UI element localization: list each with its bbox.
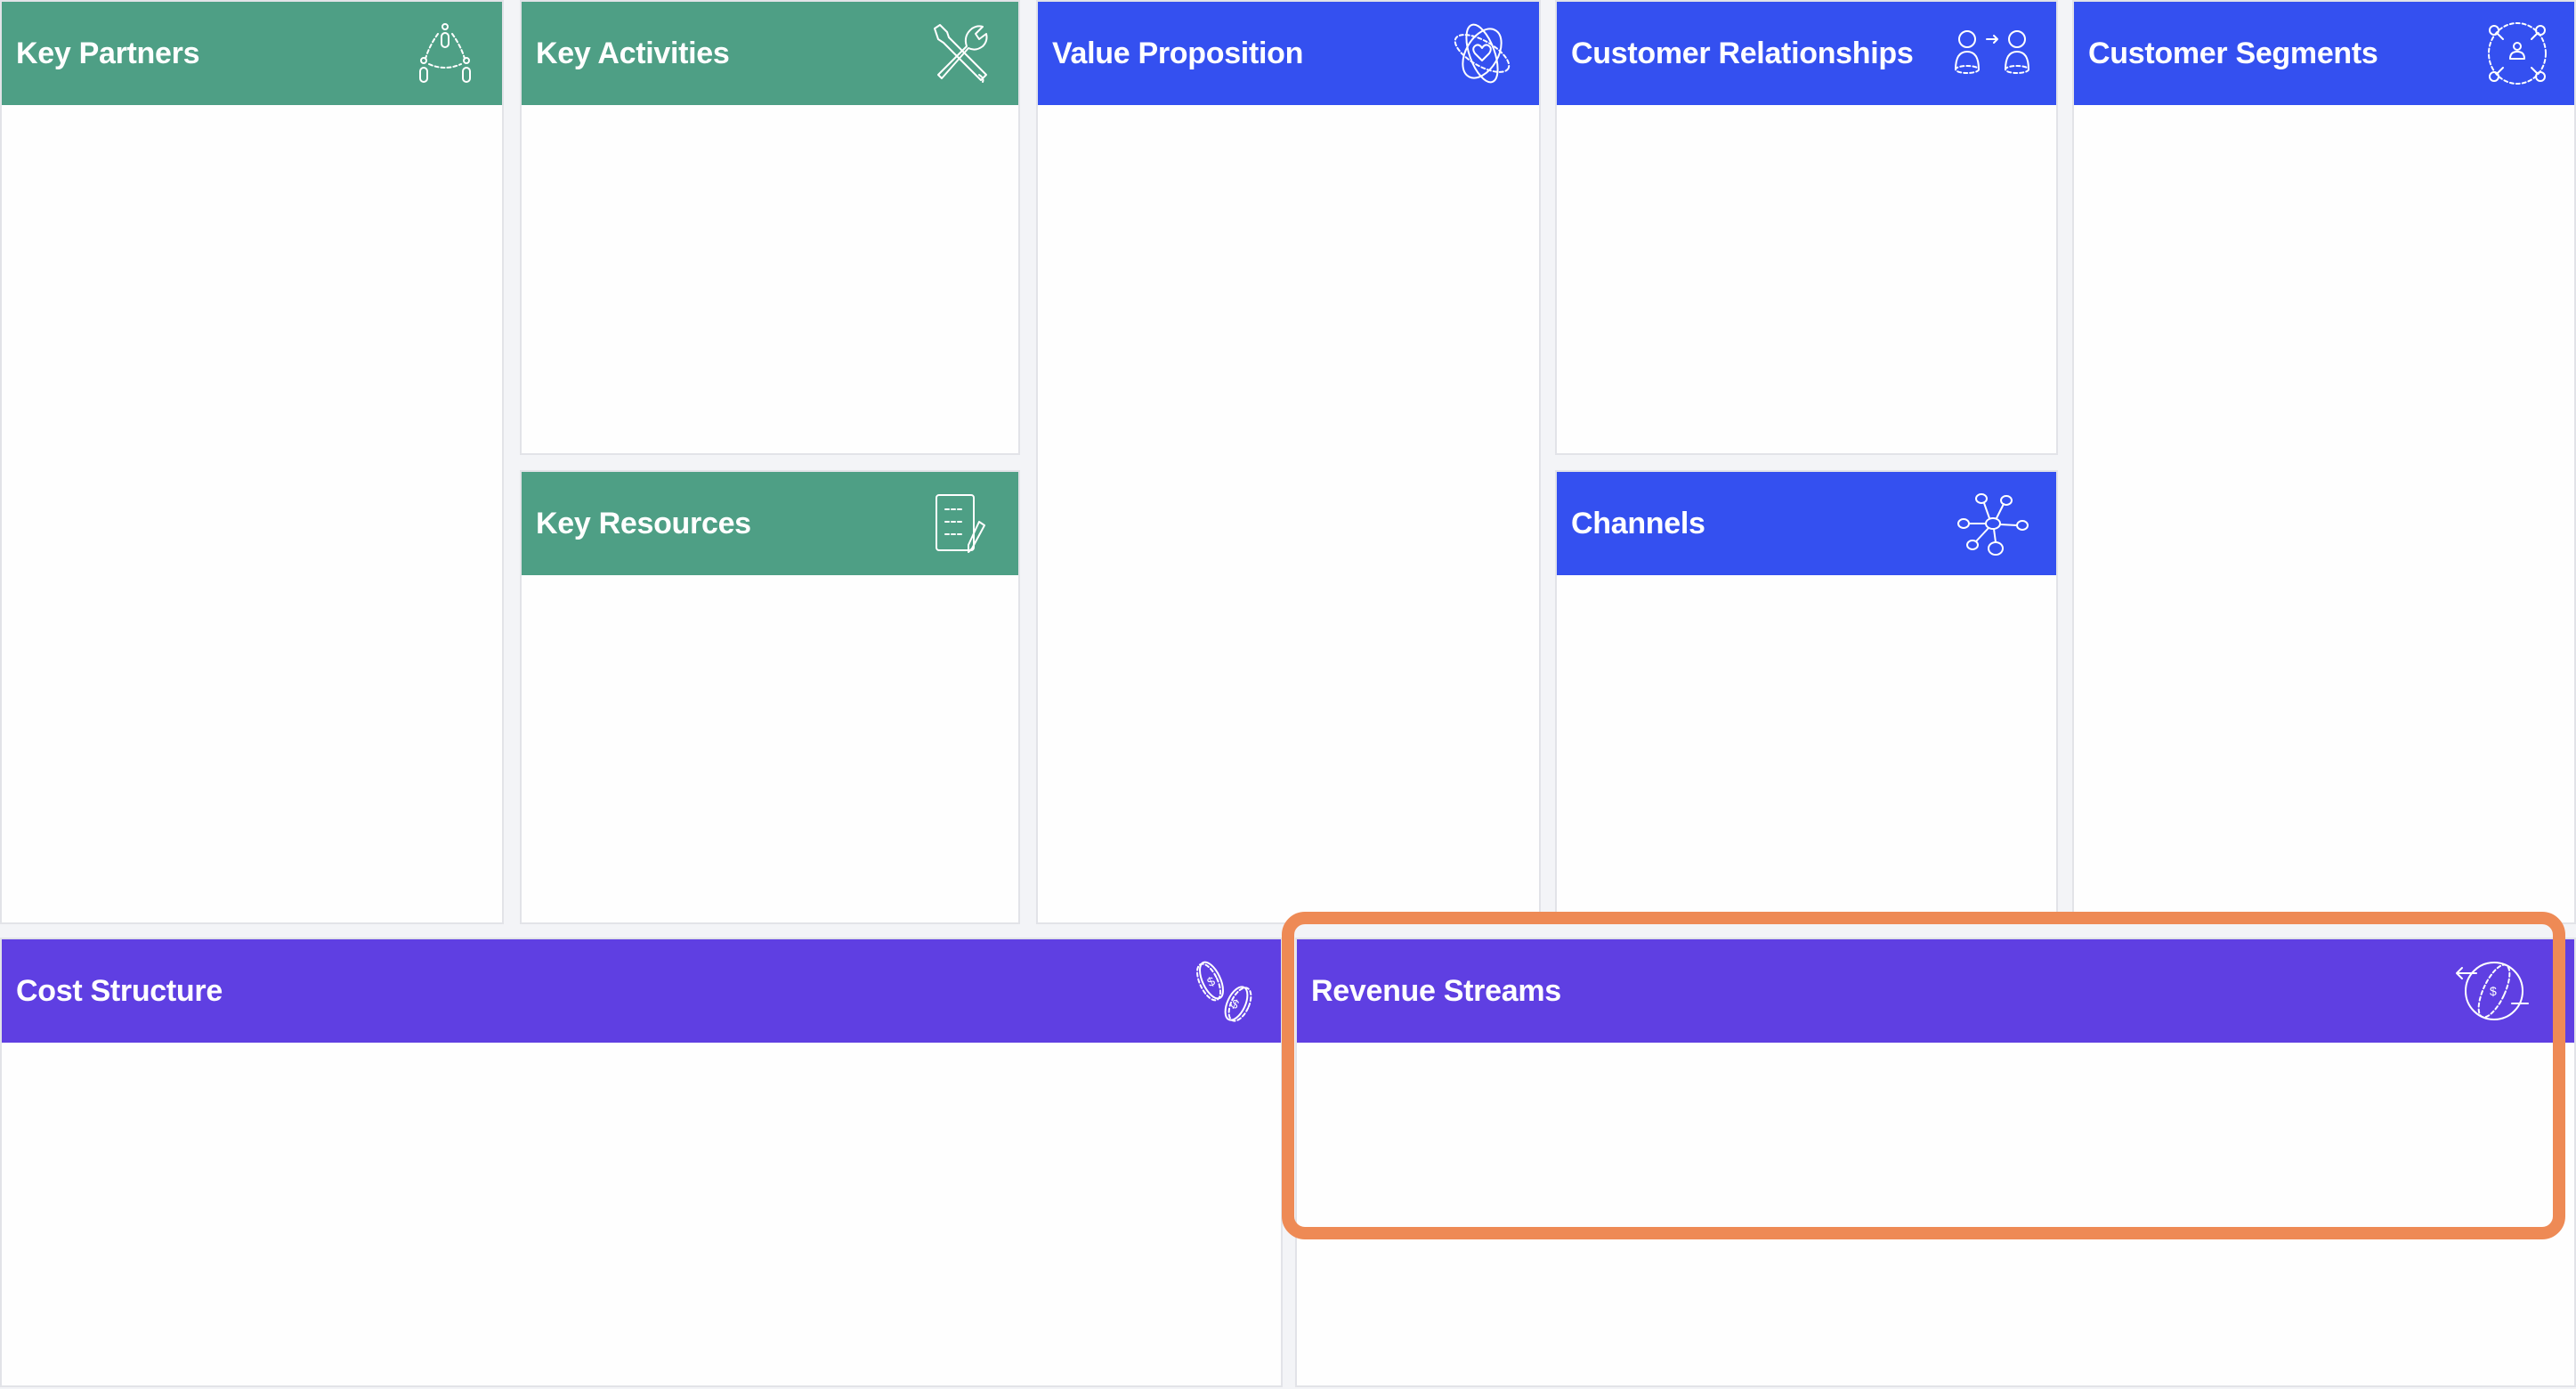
document-pencil-icon xyxy=(936,494,985,553)
revenue-streams-block[interactable]: Revenue Streams $ xyxy=(1295,938,2576,1387)
tools-icon xyxy=(934,24,988,83)
channels-header: Channels xyxy=(1557,472,2056,575)
cost-structure-block[interactable]: Cost Structure $ $ xyxy=(0,938,1283,1387)
key-activities-title: Key Activities xyxy=(536,36,730,70)
dollar-cycle-icon: $ xyxy=(2456,962,2529,1020)
revenue-streams-content[interactable] xyxy=(1297,1043,2574,1385)
customer-relationships-block[interactable]: Customer Relationships xyxy=(1555,0,2058,455)
network-people-icon xyxy=(419,23,471,83)
cost-structure-header: Cost Structure $ $ xyxy=(2,939,1281,1043)
key-resources-block[interactable]: Key Resources xyxy=(520,470,1020,924)
svg-text:$: $ xyxy=(1229,996,1242,1012)
cost-structure-content[interactable] xyxy=(2,1043,1281,1385)
value-proposition-block[interactable]: Value Proposition xyxy=(1036,0,1541,924)
key-partners-block[interactable]: Key Partners xyxy=(0,0,504,924)
customer-segments-content[interactable] xyxy=(2074,105,2574,922)
revenue-streams-header: Revenue Streams $ xyxy=(1297,939,2574,1043)
network-nodes-icon xyxy=(1957,493,2029,556)
customer-segments-block[interactable]: Customer Segments xyxy=(2072,0,2576,924)
key-resources-header: Key Resources xyxy=(522,472,1018,575)
channels-content[interactable] xyxy=(1557,575,2056,922)
customer-segments-title: Customer Segments xyxy=(2088,36,2378,70)
customer-relationships-content[interactable] xyxy=(1557,105,2056,453)
channels-title: Channels xyxy=(1571,506,1705,540)
key-resources-content[interactable] xyxy=(522,575,1018,922)
svg-text:$: $ xyxy=(2490,984,2497,998)
customer-segments-header: Customer Segments xyxy=(2074,2,2574,105)
key-activities-header: Key Activities xyxy=(522,2,1018,105)
key-partners-header: Key Partners xyxy=(2,2,502,105)
coins-icon: $ $ xyxy=(1196,961,1252,1022)
customer-relationships-title: Customer Relationships xyxy=(1571,36,1914,70)
key-partners-title: Key Partners xyxy=(16,36,200,70)
cost-structure-title: Cost Structure xyxy=(16,973,223,1008)
people-arrow-icon xyxy=(1955,30,2029,74)
customer-relationships-header: Customer Relationships xyxy=(1557,2,2056,105)
value-proposition-header: Value Proposition xyxy=(1038,2,1539,105)
value-proposition-title: Value Proposition xyxy=(1052,36,1304,70)
key-resources-title: Key Resources xyxy=(536,506,751,540)
customer-target-icon xyxy=(2488,22,2547,85)
key-partners-content[interactable] xyxy=(2,105,502,922)
value-proposition-content[interactable] xyxy=(1038,105,1539,922)
channels-block[interactable]: Channels xyxy=(1555,470,2058,924)
key-activities-content[interactable] xyxy=(522,105,1018,453)
atom-heart-icon xyxy=(1454,23,1511,84)
revenue-streams-title: Revenue Streams xyxy=(1311,973,1561,1008)
key-activities-block[interactable]: Key Activities xyxy=(520,0,1020,455)
